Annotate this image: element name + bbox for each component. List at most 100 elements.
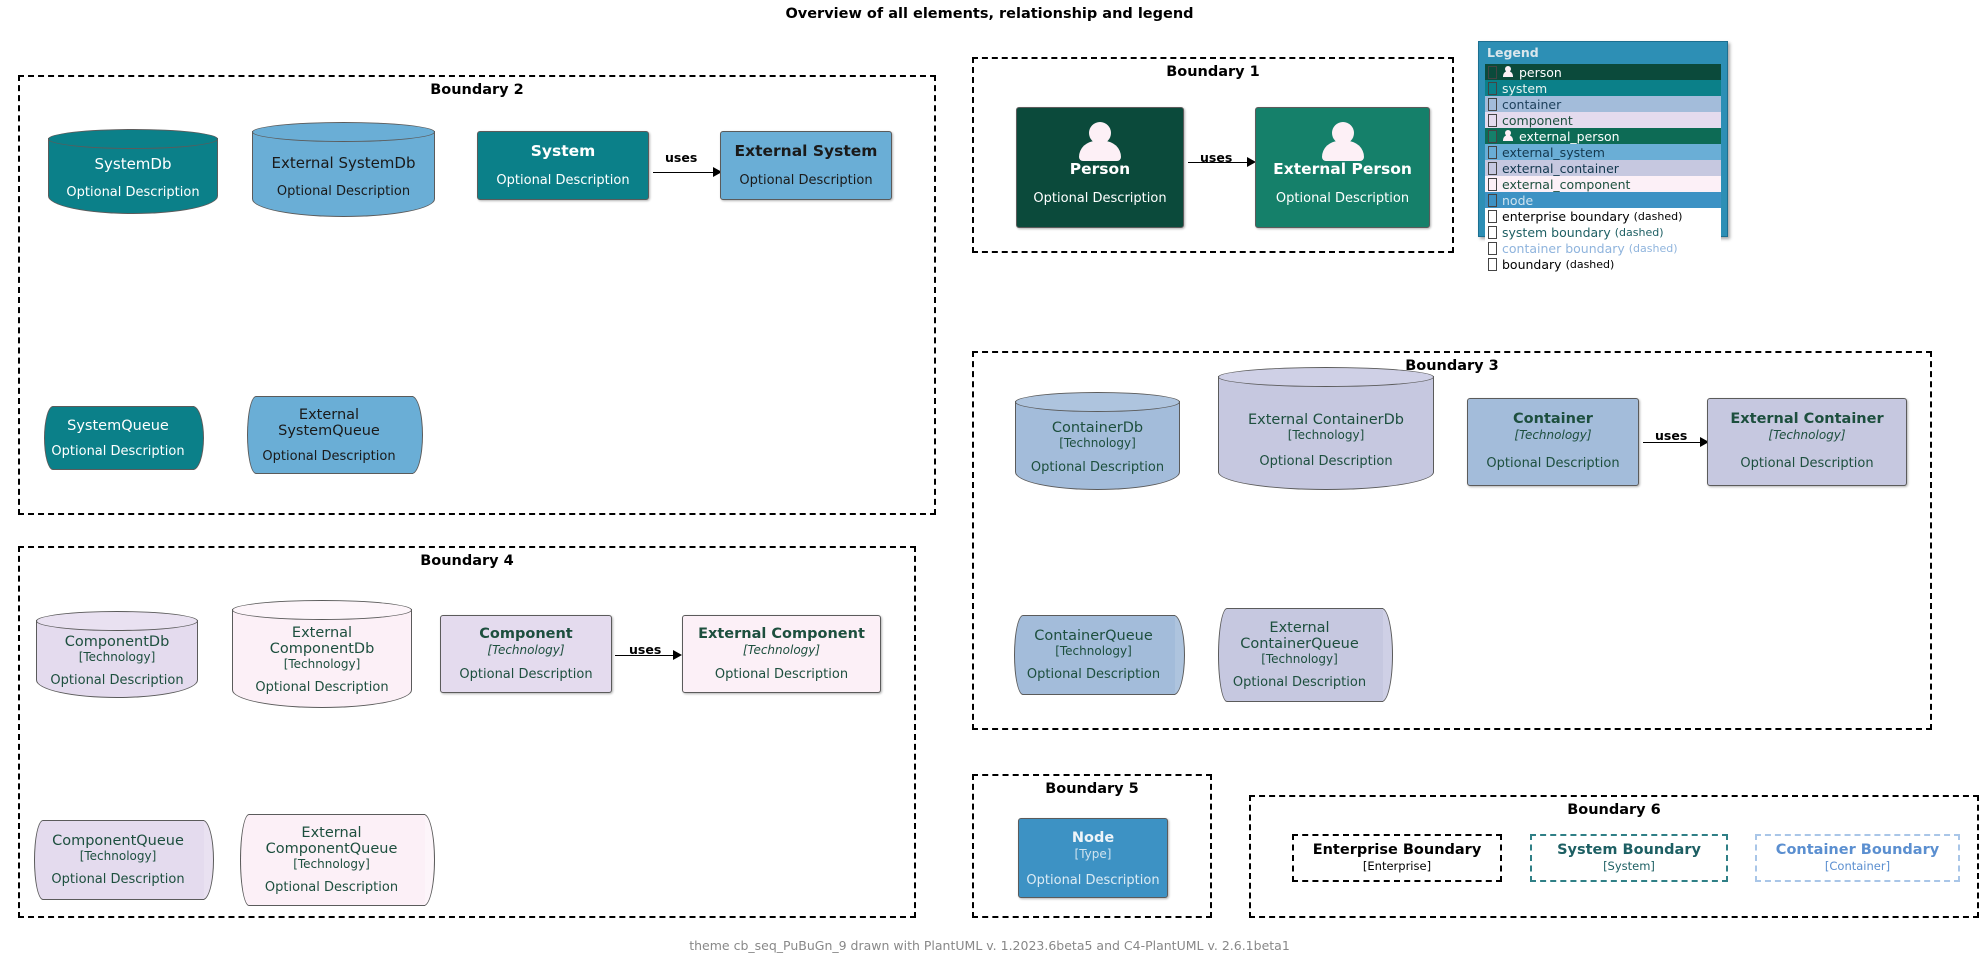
element-name: SystemQueue (67, 417, 169, 434)
element-tech: [Container] (1824, 859, 1891, 874)
element-component-queue[interactable]: ComponentQueue [Technology] Optional Des… (34, 820, 214, 900)
legend-row-sublabel: (dashed) (1565, 257, 1615, 271)
element-desc: Optional Description (50, 672, 184, 688)
legend-row-label: external_container (1502, 160, 1619, 176)
element-system-boundary-sample[interactable]: System Boundary [System] (1530, 834, 1728, 882)
element-component-db[interactable]: ComponentDb [Technology] Optional Descri… (36, 611, 198, 698)
legend-swatch (1488, 97, 1497, 111)
element-external-component-queue[interactable]: External ComponentQueue [Technology] Opt… (240, 814, 435, 906)
boundary-2-title: Boundary 2 (430, 82, 524, 98)
element-name: ComponentQueue (52, 833, 184, 849)
legend-row: boundary (dashed) (1485, 256, 1721, 272)
legend-row-sublabel: (dashed) (1614, 225, 1664, 239)
legend-row: container (1485, 96, 1721, 112)
legend-row-sublabel: (dashed) (1633, 209, 1683, 223)
legend-row-label: container (1502, 96, 1562, 112)
element-name-line2: ComponentDb (269, 641, 375, 657)
element-name: External ContainerDb (1248, 412, 1404, 428)
element-container-db[interactable]: ContainerDb [Technology] Optional Descri… (1015, 392, 1180, 490)
element-name: System Boundary (1557, 841, 1701, 858)
element-external-system-queue[interactable]: External SystemQueue Optional Descriptio… (247, 396, 423, 474)
element-external-container-db-text: External ContainerDb [Technology] Option… (1218, 367, 1434, 490)
legend-rows: person system container component external_p… (1485, 64, 1721, 272)
legend-row: external_container (1485, 160, 1721, 176)
element-tech: [Technology] (1059, 435, 1136, 450)
element-name-line2: ContainerQueue (1240, 636, 1359, 652)
element-external-container[interactable]: External Container [Technology] Optional… (1707, 398, 1907, 486)
element-tech: [Technology] (79, 849, 157, 863)
element-external-component-db-text: External ComponentDb [Technology] Option… (232, 600, 412, 708)
element-name: ContainerQueue (1034, 628, 1153, 644)
legend-row: system (1485, 80, 1721, 96)
legend-swatch (1488, 257, 1497, 271)
element-external-system-db[interactable]: External SystemDb Optional Description (252, 122, 435, 217)
element-node[interactable]: Node [Type] Optional Description (1018, 818, 1168, 898)
element-desc: Optional Description (66, 185, 200, 200)
element-person[interactable]: Person Optional Description (1016, 107, 1184, 228)
legend-swatch (1488, 145, 1497, 159)
element-external-system[interactable]: External System Optional Description (720, 131, 892, 200)
element-system-db[interactable]: SystemDb Optional Description (48, 129, 218, 214)
legend-row-label: person (1519, 64, 1562, 80)
legend-title: Legend (1487, 45, 1539, 60)
element-desc: Optional Description (739, 172, 873, 188)
element-desc: Optional Description (51, 872, 185, 887)
element-system-queue[interactable]: SystemQueue Optional Description (44, 406, 204, 470)
element-tech: [Type] (1074, 846, 1112, 861)
element-tech: [Technology] (1768, 427, 1846, 442)
element-system[interactable]: System Optional Description (477, 131, 649, 200)
relationship-arrowhead-component-uses (673, 650, 682, 660)
element-external-container-queue[interactable]: External ContainerQueue [Technology] Opt… (1218, 608, 1393, 702)
element-container-db-text: ContainerDb [Technology] Optional Descri… (1015, 392, 1180, 490)
element-name-line2: ComponentQueue (265, 841, 398, 857)
legend-swatch (1488, 225, 1497, 239)
element-name: Component (479, 626, 573, 642)
element-desc: Optional Description (1740, 456, 1874, 472)
element-external-system-queue-text: External SystemQueue Optional Descriptio… (247, 396, 411, 474)
boundary-6-title: Boundary 6 (1567, 802, 1661, 818)
legend-row: external_person (1485, 128, 1721, 144)
element-external-component-db[interactable]: External ComponentDb [Technology] Option… (232, 600, 412, 708)
legend-panel: Legend person system container component ext… (1478, 41, 1728, 272)
element-external-component-queue-text: External ComponentQueue [Technology] Opt… (240, 814, 423, 906)
element-name-line1: External (301, 825, 362, 841)
legend-swatch (1488, 209, 1497, 223)
legend-swatch (1488, 177, 1497, 191)
legend-row-label: boundary (1502, 256, 1562, 272)
element-name: Container Boundary (1775, 841, 1940, 858)
element-desc: Optional Description (459, 667, 593, 683)
element-external-system-db-text: External SystemDb Optional Description (252, 122, 435, 217)
element-external-component[interactable]: External Component [Technology] Optional… (682, 615, 881, 693)
person-icon (1502, 66, 1514, 78)
legend-row: external_system (1485, 144, 1721, 160)
element-external-container-db[interactable]: External ContainerDb [Technology] Option… (1218, 367, 1434, 490)
legend-row-label: external_component (1502, 176, 1631, 192)
legend-swatch (1488, 81, 1497, 95)
element-name: External Person (1273, 160, 1412, 178)
legend-row: node (1485, 192, 1721, 208)
element-desc: Optional Description (714, 667, 849, 683)
element-component[interactable]: Component [Technology] Optional Descript… (440, 615, 612, 693)
element-enterprise-boundary-sample[interactable]: Enterprise Boundary [Enterprise] (1292, 834, 1502, 882)
element-external-person[interactable]: External Person Optional Description (1255, 107, 1430, 228)
person-body-icon (1079, 141, 1121, 161)
element-desc: Optional Description (1033, 190, 1167, 206)
element-system-queue-text: SystemQueue Optional Description (44, 406, 192, 470)
legend-row-label: system boundary (1502, 224, 1611, 240)
element-name: Container (1513, 411, 1593, 427)
boundary-5-title: Boundary 5 (1045, 781, 1139, 797)
element-tech: [Enterprise] (1362, 859, 1432, 874)
element-container-boundary-sample[interactable]: Container Boundary [Container] (1755, 834, 1960, 882)
element-name: SystemDb (94, 155, 172, 173)
element-container-queue[interactable]: ContainerQueue [Technology] Optional Des… (1014, 615, 1185, 695)
element-name: Enterprise Boundary (1312, 841, 1482, 858)
element-container[interactable]: Container [Technology] Optional Descript… (1467, 398, 1639, 486)
element-name: External System (734, 142, 878, 160)
element-name: External SystemDb (271, 154, 416, 172)
person-body-icon (1321, 141, 1364, 161)
element-tech: [Technology] (293, 857, 370, 871)
element-name-line2: SystemQueue (278, 422, 380, 439)
element-name: External Container (1730, 411, 1884, 427)
element-desc: Optional Description (262, 448, 396, 464)
element-component-db-text: ComponentDb [Technology] Optional Descri… (36, 611, 198, 698)
